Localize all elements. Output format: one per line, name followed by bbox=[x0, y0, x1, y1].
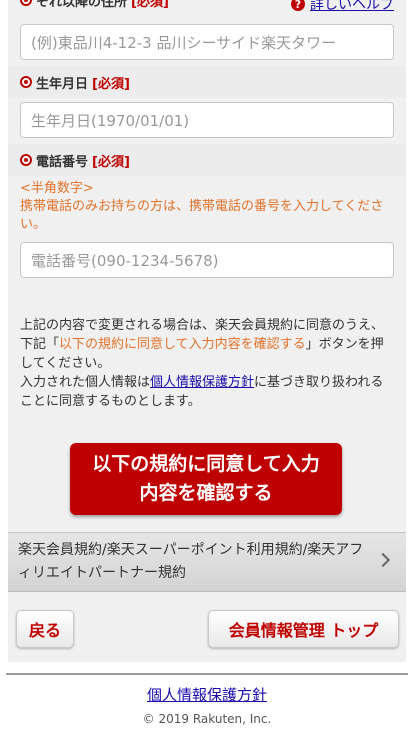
address-input[interactable]: (例)東品川4-12-3 品川シーサイド楽天タワー bbox=[20, 24, 394, 60]
required-badge: [必須] bbox=[92, 76, 130, 92]
chevron-right-icon bbox=[375, 552, 391, 568]
required-badge: [必須] bbox=[92, 154, 130, 170]
address-label: それ以降の住所 bbox=[36, 0, 128, 10]
phone-hint-mobile: 携帯電話のみお持ちの方は、携帯電話の番号を入力してください。 bbox=[20, 199, 384, 232]
copyright: © 2019 Rakuten, Inc. bbox=[142, 712, 272, 726]
required-bullet-icon bbox=[20, 0, 32, 6]
agreement-line3-prefix: 入力された個人情報は bbox=[20, 375, 151, 390]
phone-label: 電話番号 bbox=[36, 154, 89, 170]
phone-input[interactable]: 電話番号(090-1234-5678) bbox=[20, 242, 394, 278]
agreement-line1: 上記の内容で変更される場合は、楽天会員規約に同意のうえ、 bbox=[20, 318, 385, 333]
birthday-input[interactable]: 生年月日(1970/01/01) bbox=[20, 102, 394, 138]
agreement-line2-prefix: 下記「 bbox=[20, 337, 60, 352]
required-bullet-icon bbox=[20, 154, 32, 166]
phone-section-header: 電話番号 [必須] bbox=[8, 144, 406, 176]
birthday-label: 生年月日 bbox=[36, 76, 89, 92]
privacy-policy-link[interactable]: 個人情報保護方針 bbox=[150, 375, 254, 390]
required-bullet-icon bbox=[20, 76, 32, 88]
member-info-top-button[interactable]: 会員情報管理 トップ bbox=[208, 610, 399, 648]
agreement-text: 上記の内容で変更される場合は、楽天会員規約に同意のうえ、 下記「以下の規約に同意… bbox=[20, 316, 394, 411]
required-badge: [必須] bbox=[131, 0, 169, 10]
phone-hint-type: <半角数字> bbox=[20, 181, 94, 196]
help[interactable]: ? 詳しいヘルプ bbox=[291, 0, 394, 14]
help-link[interactable]: 詳しいヘルプ bbox=[310, 0, 394, 14]
terms-link-row[interactable]: 楽天会員規約/楽天スーパーポイント利用規約/楽天アフィリエイトパートナー規約 bbox=[8, 532, 406, 592]
question-icon: ? bbox=[291, 0, 305, 11]
agreement-button-ref: 以下の規約に同意して入力内容を確認する bbox=[59, 337, 306, 352]
back-button[interactable]: 戻る bbox=[16, 610, 74, 648]
terms-link-label: 楽天会員規約/楽天スーパーポイント利用規約/楽天アフィリエイトパートナー規約 bbox=[18, 542, 364, 581]
agreement-line3: 入力された個人情報は個人情報保護方針に基づき取り扱われることに同意するものとしま… bbox=[20, 373, 394, 411]
footer-divider bbox=[6, 673, 408, 675]
agree-confirm-button[interactable]: 以下の規約に同意して入力内容を確認する bbox=[70, 443, 342, 515]
birthday-section-header: 生年月日 [必須] bbox=[8, 66, 406, 98]
footer-privacy-link[interactable]: 個人情報保護方針 bbox=[0, 684, 414, 705]
address-section-header: それ以降の住所 [必須] ? 詳しいヘルプ bbox=[8, 0, 406, 16]
agreement-line2: 下記「以下の規約に同意して入力内容を確認する」ボタンを押してください。 bbox=[20, 335, 394, 373]
